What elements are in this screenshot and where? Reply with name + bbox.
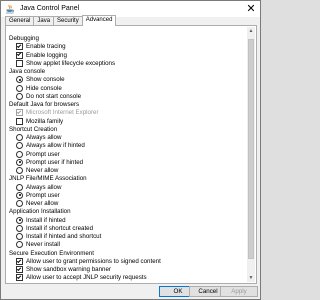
setting-radio-option[interactable]: Do not start console bbox=[16, 92, 82, 100]
setting-label: Prompt user bbox=[26, 150, 60, 158]
radio-selected-icon[interactable] bbox=[16, 191, 23, 199]
java-cup-icon bbox=[6, 4, 15, 14]
settings-category: Application Installation bbox=[9, 208, 71, 216]
setting-label: Install if shortcut created bbox=[26, 224, 94, 232]
setting-label: Install if hinted bbox=[26, 216, 66, 224]
close-button[interactable]: ✕ bbox=[245, 3, 257, 15]
radio-unselected-icon[interactable] bbox=[16, 233, 23, 240]
radio-unselected-icon[interactable] bbox=[16, 200, 23, 207]
settings-category: Java console bbox=[9, 68, 46, 75]
checkbox-checked-icon[interactable] bbox=[16, 51, 23, 59]
setting-radio-option[interactable]: Always allow bbox=[16, 183, 62, 191]
scrollbar-thumb[interactable] bbox=[248, 39, 254, 259]
radio-selected-icon[interactable] bbox=[16, 158, 23, 166]
setting-label: Allow user to grant permissions to signe… bbox=[26, 257, 161, 265]
radio-unselected-icon[interactable] bbox=[16, 183, 23, 191]
setting-checkbox-option[interactable]: Show sandbox warning banner bbox=[16, 266, 111, 273]
checkbox-checked-icon bbox=[16, 109, 23, 117]
radio-unselected-icon[interactable] bbox=[16, 92, 23, 100]
settings-tree[interactable]: Debugging Enable tracing Enable logging Sho… bbox=[7, 28, 245, 281]
setting-label: Microsoft Internet Explorer bbox=[26, 109, 99, 117]
checkbox-checked-icon[interactable] bbox=[16, 257, 23, 265]
setting-label: Enable logging bbox=[26, 51, 67, 59]
radio-unselected-icon[interactable] bbox=[16, 224, 23, 232]
setting-label: Prompt user bbox=[26, 191, 60, 199]
setting-checkbox-option[interactable]: Show applet lifecycle exceptions bbox=[16, 59, 116, 67]
setting-radio-option[interactable]: Install if hinted and shortcut bbox=[16, 233, 101, 240]
window-title: Java Control Panel bbox=[20, 5, 80, 12]
setting-label: Never allow bbox=[26, 167, 59, 174]
checkbox-checked-icon[interactable] bbox=[16, 43, 23, 51]
advanced-settings-panel: Debugging Enable tracing Enable logging Sho… bbox=[5, 25, 257, 284]
setting-checkbox-option[interactable]: Allow user to accept JNLP security reque… bbox=[16, 274, 147, 281]
setting-label: Hide console bbox=[26, 84, 62, 92]
setting-label: Show sandbox warning banner bbox=[26, 266, 111, 273]
setting-radio-option[interactable]: Prompt user if hinted bbox=[16, 158, 84, 166]
setting-radio-option[interactable]: Always allow bbox=[16, 134, 61, 141]
settings-category: Shortcut Creation bbox=[9, 125, 58, 133]
radio-unselected-icon[interactable] bbox=[16, 142, 23, 150]
radio-unselected-icon[interactable] bbox=[16, 167, 23, 174]
setting-label: Always allow if hinted bbox=[26, 142, 85, 150]
setting-radio-option[interactable]: Prompt user bbox=[16, 191, 60, 199]
checkbox-unchecked-icon[interactable] bbox=[16, 117, 23, 125]
checkbox-unchecked-icon[interactable] bbox=[16, 59, 23, 67]
setting-label: Never install bbox=[26, 241, 61, 249]
java-control-panel-window: Java Control Panel ✕ General Java Securi… bbox=[0, 0, 261, 300]
settings-category: Default Java for browsers bbox=[9, 101, 80, 108]
setting-label: Prompt user if hinted bbox=[26, 158, 84, 166]
setting-label: Never allow bbox=[26, 200, 59, 207]
setting-label: Show applet lifecycle exceptions bbox=[26, 59, 116, 67]
apply-button[interactable]: Apply bbox=[220, 286, 258, 297]
radio-unselected-icon[interactable] bbox=[16, 84, 23, 92]
setting-label: Always allow bbox=[26, 134, 62, 141]
setting-radio-option[interactable]: Install if shortcut created bbox=[16, 224, 94, 232]
tab-strip: General Java Security Advanced bbox=[5, 15, 117, 26]
setting-radio-option[interactable]: Show console bbox=[16, 76, 65, 84]
checkbox-checked-icon[interactable] bbox=[16, 266, 23, 273]
setting-checkbox-option[interactable]: Enable logging bbox=[16, 51, 67, 59]
setting-label: Always allow bbox=[26, 183, 62, 191]
radio-selected-icon[interactable] bbox=[16, 76, 23, 84]
setting-checkbox-option[interactable]: Microsoft Internet Explorer bbox=[16, 109, 99, 117]
setting-checkbox-option[interactable]: Allow user to grant permissions to signe… bbox=[16, 257, 161, 265]
setting-label: Show console bbox=[26, 76, 65, 84]
radio-unselected-icon[interactable] bbox=[16, 241, 23, 249]
setting-label: Allow user to accept JNLP security reque… bbox=[26, 274, 147, 281]
setting-radio-option[interactable]: Hide console bbox=[16, 84, 62, 92]
vertical-scrollbar[interactable]: ▲ ▼ bbox=[247, 27, 255, 282]
setting-radio-option[interactable]: Always allow if hinted bbox=[16, 142, 85, 150]
setting-checkbox-option[interactable]: Mozilla family bbox=[16, 117, 64, 125]
setting-radio-option[interactable]: Never allow bbox=[16, 167, 58, 174]
scroll-up-arrow-icon[interactable]: ▲ bbox=[247, 27, 255, 35]
radio-unselected-icon[interactable] bbox=[16, 150, 23, 158]
settings-category: Debugging bbox=[9, 35, 39, 42]
setting-label: Install if hinted and shortcut bbox=[26, 233, 102, 240]
settings-category: JNLP File/MIME Association bbox=[9, 175, 87, 183]
setting-label: Mozilla family bbox=[26, 117, 64, 125]
setting-radio-option[interactable]: Never allow bbox=[16, 200, 58, 207]
settings-category: Secure Execution Environment bbox=[9, 249, 94, 257]
setting-radio-option[interactable]: Never install bbox=[16, 241, 61, 249]
setting-checkbox-option[interactable]: Enable tracing bbox=[16, 43, 66, 51]
radio-unselected-icon[interactable] bbox=[16, 134, 23, 141]
setting-radio-option[interactable]: Install if hinted bbox=[16, 216, 66, 224]
scroll-down-arrow-icon[interactable]: ▼ bbox=[247, 274, 255, 282]
setting-label: Do not start console bbox=[26, 92, 82, 100]
tab-advanced[interactable]: Advanced bbox=[81, 15, 117, 26]
radio-selected-icon[interactable] bbox=[16, 216, 23, 224]
setting-label: Enable tracing bbox=[26, 43, 66, 51]
checkbox-checked-icon[interactable] bbox=[16, 274, 23, 281]
setting-radio-option[interactable]: Prompt user bbox=[16, 150, 60, 158]
